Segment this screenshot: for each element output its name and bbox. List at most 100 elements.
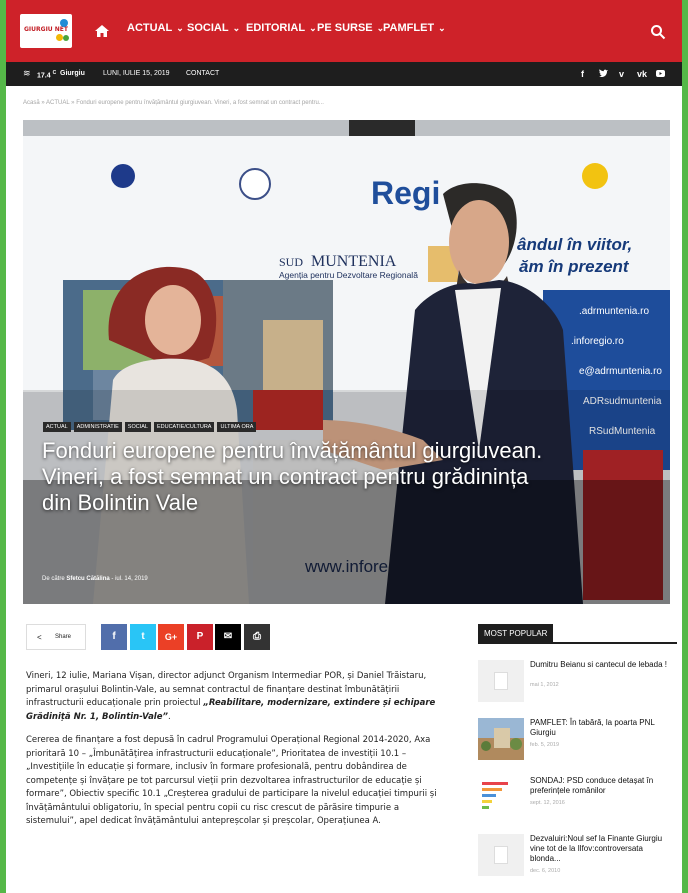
document-icon: [494, 672, 508, 690]
home-icon[interactable]: [94, 24, 110, 38]
regio-logo-text: Regi: [371, 175, 440, 211]
search-icon[interactable]: [650, 24, 666, 40]
twitter-icon[interactable]: [599, 69, 608, 79]
popular-item-title[interactable]: Dezvaluiri:Noul sef la Finante Giurgiu v…: [530, 834, 670, 864]
document-icon: [494, 846, 508, 864]
share-button[interactable]: < Share: [26, 624, 86, 650]
chevron-down-icon: ⌄: [176, 23, 184, 33]
breadcrumb-home[interactable]: Acasă: [23, 100, 40, 106]
twitter-icon[interactable]: t: [130, 624, 156, 650]
temperature-unit: C: [52, 70, 57, 76]
logo-dot-blue: [60, 19, 68, 27]
menu-item-pe-surse[interactable]: PE SURSE ⌄: [317, 22, 384, 34]
menu-item-social[interactable]: SOCIAL ⌄: [187, 22, 240, 34]
popular-item-title[interactable]: SONDAJ: PSD conduce detașat în preferinț…: [530, 776, 670, 796]
email-icon[interactable]: ✉: [215, 624, 241, 650]
thumbnail-image: [478, 718, 524, 760]
menu-item-pamflet[interactable]: PAMFLET ⌄: [383, 22, 446, 34]
menu-label: EDITORIAL: [246, 22, 306, 34]
menu-item-actual[interactable]: ACTUAL ⌄: [127, 22, 184, 34]
temperature: 17.4 C: [37, 70, 56, 79]
youtube-icon[interactable]: [656, 69, 665, 79]
breadcrumb-section[interactable]: ACTUAL: [46, 100, 69, 106]
logo-dot-green: [63, 35, 69, 41]
menu-label: SOCIAL: [187, 22, 229, 34]
menu-label: PAMFLET: [383, 22, 435, 34]
popular-item-date: mai 1, 2012: [530, 682, 559, 688]
category-tag[interactable]: SOCIAL: [124, 422, 151, 432]
vimeo-icon[interactable]: v: [619, 69, 624, 79]
pinterest-icon[interactable]: P: [187, 624, 213, 650]
banner-slogan-1: ândul în viitor,: [517, 235, 632, 254]
popular-item-title[interactable]: PAMFLET: În tabără, la poarta PNL Giurgi…: [530, 718, 670, 738]
article-meta: De către Sfetcu Cătălina - iul. 14, 2019: [42, 576, 148, 582]
popular-item-date: sept. 12, 2016: [530, 800, 565, 806]
contact-link[interactable]: CONTACT: [186, 70, 219, 77]
popular-item[interactable]: Dezvaluiri:Noul sef la Finante Giurgiu v…: [478, 834, 677, 878]
popular-item[interactable]: Dumitru Beianu si cantecul de lebada ! m…: [478, 660, 677, 704]
banner-site-2: .inforegio.ro: [571, 336, 624, 347]
breadcrumb-separator: »: [41, 100, 45, 106]
breadcrumb: Acasă » ACTUAL » Fonduri europene pentru…: [23, 100, 324, 106]
menu-label: ACTUAL: [127, 22, 173, 34]
page-frame: GIURGIU NET ACTUAL ⌄ SOCIAL ⌄ EDITORIAL ⌄ P…: [6, 0, 682, 893]
share-icon: <: [37, 633, 42, 642]
article-body: Vineri, 12 iulie, Mariana Vișan, directo…: [26, 670, 446, 839]
chevron-down-icon: ⌄: [309, 23, 317, 33]
popular-item[interactable]: PAMFLET: În tabără, la poarta PNL Giurgi…: [478, 718, 677, 762]
banner-muntenia: MUNTENIA: [311, 253, 397, 270]
share-label: Share: [55, 634, 72, 640]
banner-site-3: e@adrmuntenia.ro: [579, 366, 662, 377]
popular-item[interactable]: SONDAJ: PSD conduce detașat în preferinț…: [478, 776, 677, 820]
facebook-icon[interactable]: f: [101, 624, 127, 650]
category-tag[interactable]: ACTUAL: [43, 422, 71, 432]
weather-wind-icon: ≋: [23, 68, 31, 78]
author-link[interactable]: Sfetcu Cătălina: [66, 576, 109, 582]
article-title: Fonduri europene pentru învățământul giu…: [42, 438, 543, 515]
thumbnail-image: [478, 776, 524, 818]
temperature-value: 17.4: [37, 72, 51, 80]
menu-item-editorial[interactable]: EDITORIAL ⌄: [246, 22, 317, 34]
chart-thumbnail[interactable]: [478, 776, 524, 818]
top-navigation-bar: GIURGIU NET ACTUAL ⌄ SOCIAL ⌄ EDITORIAL ⌄ P…: [6, 0, 682, 62]
article-paragraph: Cererea de finanțare a fost depusă în ca…: [26, 735, 437, 826]
article-paragraph: Vineri, 12 iulie, Mariana Vișan, directo…: [26, 670, 446, 724]
category-tag[interactable]: EDUCATIE/CULTURA: [153, 422, 215, 432]
banner-site-1: .adrmuntenia.ro: [579, 306, 649, 317]
banner-slogan-2: ăm în prezent: [519, 257, 630, 276]
placeholder-thumbnail[interactable]: [478, 834, 524, 876]
hero-photo: Regi SUD MUNTENIA Agenția pentru Dezvolt…: [23, 120, 670, 604]
byline-prefix: De către: [42, 576, 65, 582]
info-bar: ≋ 17.4 C Giurgiu LUNI, IULIE 15, 2019 CO…: [6, 62, 682, 86]
placeholder-thumbnail[interactable]: [478, 660, 524, 702]
breadcrumb-current: Fonduri europene pentru învățământul giu…: [76, 100, 324, 106]
popular-item-title[interactable]: Dumitru Beianu si cantecul de lebada !: [530, 660, 670, 670]
photo-thumbnail[interactable]: [478, 718, 524, 760]
popular-item-date: feb. 5, 2019: [530, 742, 560, 748]
logo-dot-yellow: [56, 34, 63, 41]
print-icon[interactable]: ⎙: [244, 624, 270, 650]
breadcrumb-separator: »: [71, 100, 75, 106]
chevron-down-icon: ⌄: [438, 23, 446, 33]
chevron-down-icon: ⌄: [232, 23, 241, 33]
article-date: iul. 14, 2019: [115, 576, 148, 582]
facebook-icon[interactable]: f: [581, 69, 584, 79]
current-date: LUNI, IULIE 15, 2019: [103, 70, 170, 77]
logo-text: GIURGIU NET: [24, 26, 68, 33]
meta-separator: -: [111, 576, 114, 582]
paragraph-text: .: [167, 711, 171, 722]
site-logo[interactable]: GIURGIU NET: [20, 14, 72, 48]
category-tag[interactable]: ULTIMA ORA: [217, 422, 257, 432]
city-name: Giurgiu: [60, 70, 85, 77]
featured-image[interactable]: Regi SUD MUNTENIA Agenția pentru Dezvolt…: [23, 120, 670, 604]
widget-heading-label: MOST POPULAR: [478, 624, 554, 643]
category-tag[interactable]: ADMINISTRATIE: [73, 422, 122, 432]
banner-agency: Agenția pentru Dezvoltare Regională: [279, 270, 418, 280]
popular-item-date: dec. 6, 2010: [530, 868, 561, 874]
google-plus-icon[interactable]: G+: [158, 624, 184, 650]
banner-sud: SUD: [279, 255, 303, 269]
vk-icon[interactable]: vk: [637, 69, 647, 79]
menu-label: PE SURSE: [317, 22, 373, 34]
category-tags: ACTUAL ADMINISTRATIE SOCIAL EDUCATIE/CULTUR…: [43, 422, 259, 432]
widget-heading: MOST POPULAR: [478, 624, 677, 644]
